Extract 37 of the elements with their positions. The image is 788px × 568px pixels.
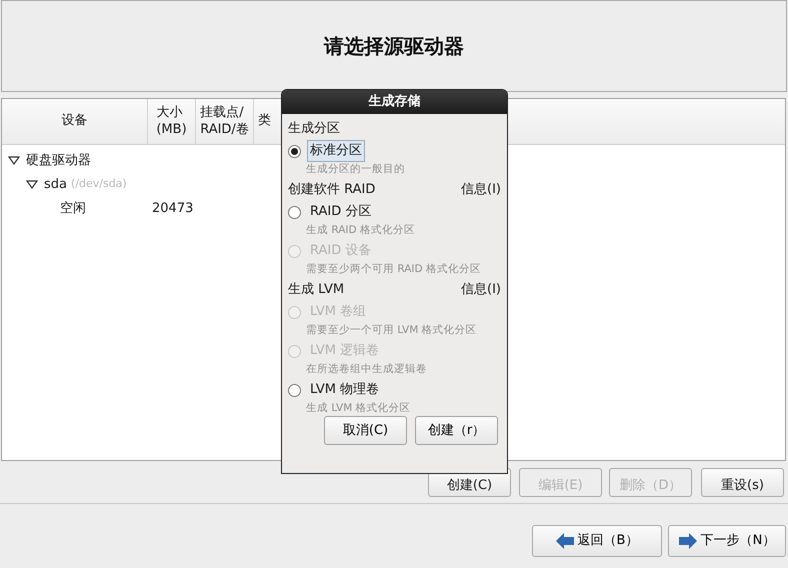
dialog-button[interactable]: 取消(C) xyxy=(324,416,407,445)
action-button[interactable]: 重设(s) xyxy=(701,468,784,497)
section-heading: 生成分区 xyxy=(288,120,340,138)
option-description: 需要至少两个可用 RAID 格式化分区 xyxy=(306,263,481,275)
right-arrow-icon xyxy=(678,533,697,549)
back-button[interactable]: 返回（B） xyxy=(532,525,662,557)
expanded-triangle-icon[interactable] xyxy=(26,180,38,189)
expanded-triangle-icon[interactable] xyxy=(8,156,20,165)
device-path: (/dev/sda) xyxy=(71,176,127,192)
radio-button[interactable] xyxy=(288,384,301,396)
option-label[interactable]: LVM 物理卷 xyxy=(307,379,382,401)
tree-item-label[interactable]: sda xyxy=(44,174,67,194)
section-heading: 生成 LVM xyxy=(288,281,344,300)
column-header[interactable]: 类 xyxy=(254,99,278,144)
size-cell-text: 20473 xyxy=(152,200,194,218)
option-label[interactable]: 标准分区 xyxy=(307,140,365,162)
page-title: 请选择源驱动器 xyxy=(324,33,464,60)
left-arrow-icon xyxy=(556,533,574,549)
radio-button[interactable] xyxy=(288,144,301,158)
radio-button[interactable] xyxy=(288,206,301,218)
dialog-button[interactable]: 创建（r） xyxy=(415,416,498,445)
option-description: 在所选卷组中生成逻辑卷 xyxy=(306,363,427,375)
tree-item-label[interactable]: 空闲 xyxy=(60,198,152,218)
column-header[interactable]: 设备 xyxy=(2,99,148,144)
option-description: 生成分区的一般目的 xyxy=(306,163,405,175)
tree-item-label[interactable]: 硬盘驱动器 xyxy=(26,150,91,170)
column-header[interactable]: 挂载点/ RAID/卷 xyxy=(196,99,254,144)
info-link[interactable]: 信息(I) xyxy=(461,180,501,200)
option-description: 需要至少一个可用 LVM 格式化分区 xyxy=(306,324,477,336)
column-header[interactable]: 大小 (MB) xyxy=(148,99,196,144)
section-heading: 创建软件 RAID xyxy=(288,181,376,200)
dialog-title: 生成存储 xyxy=(368,93,420,112)
info-link[interactable]: 信息(I) xyxy=(461,280,501,300)
next-button[interactable]: 下一步（N） xyxy=(668,525,786,557)
option-label[interactable]: RAID 分区 xyxy=(307,201,374,223)
option-description: 生成 RAID 格式化分区 xyxy=(306,224,415,236)
option-description: 生成 LVM 格式化分区 xyxy=(306,402,411,414)
